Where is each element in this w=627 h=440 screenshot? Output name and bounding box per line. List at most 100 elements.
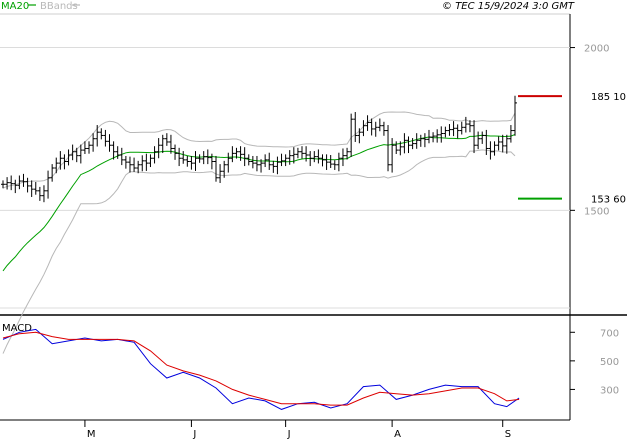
ohlc-bar: [480, 131, 485, 144]
ohlc-bar: [422, 133, 427, 148]
copyright-text: © TEC 15/9/2024 3:0 GMT: [442, 1, 575, 12]
ohlc-bar: [46, 170, 51, 199]
ohlc-bar: [357, 128, 362, 144]
x-axis: MJJAS: [84, 420, 511, 440]
ohlc-bar: [213, 155, 218, 182]
ohlc-bar: [418, 134, 423, 147]
x-tick-label: J: [287, 429, 291, 440]
ma20-series: [2, 134, 516, 272]
macd-y-tick-label: 500: [600, 357, 619, 368]
macd-y-axis: 700 500 300: [570, 328, 619, 396]
ohlc-bar: [238, 146, 243, 161]
price-targets: 185 10 153 60: [518, 92, 626, 206]
ohlc-bar: [496, 136, 501, 151]
ohlc-bar: [353, 112, 358, 142]
ohlc-bar: [324, 154, 329, 170]
ohlc-bar: [95, 125, 100, 147]
ohlc-bar: [242, 147, 247, 167]
ohlc-bar: [283, 154, 288, 167]
ohlc-bar: [394, 141, 399, 155]
ohlc-bar: [148, 154, 153, 168]
ohlc-bar: [119, 147, 124, 166]
ohlc-bar: [414, 133, 419, 149]
ohlc-bar: [250, 155, 255, 169]
bband-lower: [2, 149, 516, 354]
ohlc-bar: [87, 141, 92, 154]
ohlc-bar: [390, 138, 395, 173]
price-y-axis: 2000 1500: [570, 44, 609, 217]
ohlc-bar: [508, 125, 513, 143]
macd-lines: [2, 328, 520, 410]
x-tick-label: J: [192, 429, 196, 440]
ohlc-bar: [177, 147, 182, 167]
ohlc-bar: [127, 156, 132, 173]
ohlc-bar: [431, 132, 436, 143]
ohlc-bar: [377, 118, 382, 132]
legend-bbands-label: BBands: [40, 1, 78, 12]
ohlc-bar: [451, 121, 456, 137]
ohlc-bar: [21, 173, 26, 187]
ohlc-bar: [209, 153, 214, 170]
ohlc-bar: [275, 156, 280, 175]
target-label-low: 153 60: [591, 195, 626, 206]
ohlc-bar: [5, 177, 10, 190]
ohlc-bar: [140, 155, 145, 172]
ohlc-bar: [504, 134, 509, 154]
ohlc-bar: [164, 133, 169, 146]
macd-y-tick-label: 700: [600, 328, 619, 339]
bollinger-bands: [2, 111, 516, 354]
ohlc-bar: [54, 157, 59, 174]
ohlc-bar: [447, 124, 452, 136]
ohlc-bar: [373, 121, 378, 137]
price-grid: [0, 47, 570, 309]
ohlc-bar: [386, 125, 391, 172]
ohlc-bar: [201, 151, 206, 165]
ohlc-bar: [123, 155, 128, 169]
ohlc-bar: [66, 149, 71, 166]
ohlc-bar: [13, 179, 18, 194]
header-legend: MA20 BBands: [1, 1, 80, 12]
ohlc-bar: [476, 131, 481, 150]
ohlc-bar: [136, 160, 141, 174]
ohlc-bar: [103, 129, 108, 147]
series-macd: [2, 328, 520, 410]
ohlc-bar: [459, 121, 464, 135]
ohlc-bar: [62, 154, 67, 170]
ohlc-bar: [439, 126, 444, 143]
ohlc-bar: [181, 151, 186, 164]
ohlc-bar: [230, 146, 235, 163]
ohlc-bar: [91, 133, 96, 152]
ohlc-bar: [185, 155, 190, 167]
ohlc-bar: [70, 144, 75, 161]
ohlc-bar: [304, 146, 309, 162]
ohlc-bar: [406, 136, 411, 154]
y-tick-label: 1500: [584, 206, 609, 217]
ohlc-bar: [336, 152, 341, 172]
ohlc-bar: [369, 118, 374, 136]
ohlc-bar: [271, 160, 276, 173]
ohlc-bar: [218, 164, 223, 183]
x-tick-label: A: [394, 429, 401, 440]
ohlc-bar: [9, 175, 14, 191]
ohlc-bar: [332, 160, 337, 170]
ohlc-bar: [340, 148, 345, 167]
ohlc-bar: [455, 124, 460, 139]
legend-ma20-label: MA20: [1, 1, 29, 12]
macd-y-tick-label: 300: [600, 385, 619, 396]
ohlc-bar: [50, 164, 55, 182]
ohlc-bar: [197, 154, 202, 163]
ohlc-bar: [316, 149, 321, 164]
ohlc-bar: [41, 185, 46, 203]
macd-title: MACD: [2, 323, 32, 334]
ohlc-bar: [328, 154, 333, 169]
series-signal: [2, 331, 520, 406]
ohlc-bar: [189, 155, 194, 170]
ohlc-bar: [99, 128, 104, 140]
ohlc-bar: [484, 129, 489, 155]
y-tick-label: 2000: [584, 44, 609, 55]
target-label-high: 185 10: [591, 92, 626, 103]
ohlc-bar: [381, 121, 386, 136]
ohlc-bar: [160, 134, 165, 154]
ohlc-bar: [1, 180, 5, 189]
ohlc-bar: [37, 186, 42, 201]
